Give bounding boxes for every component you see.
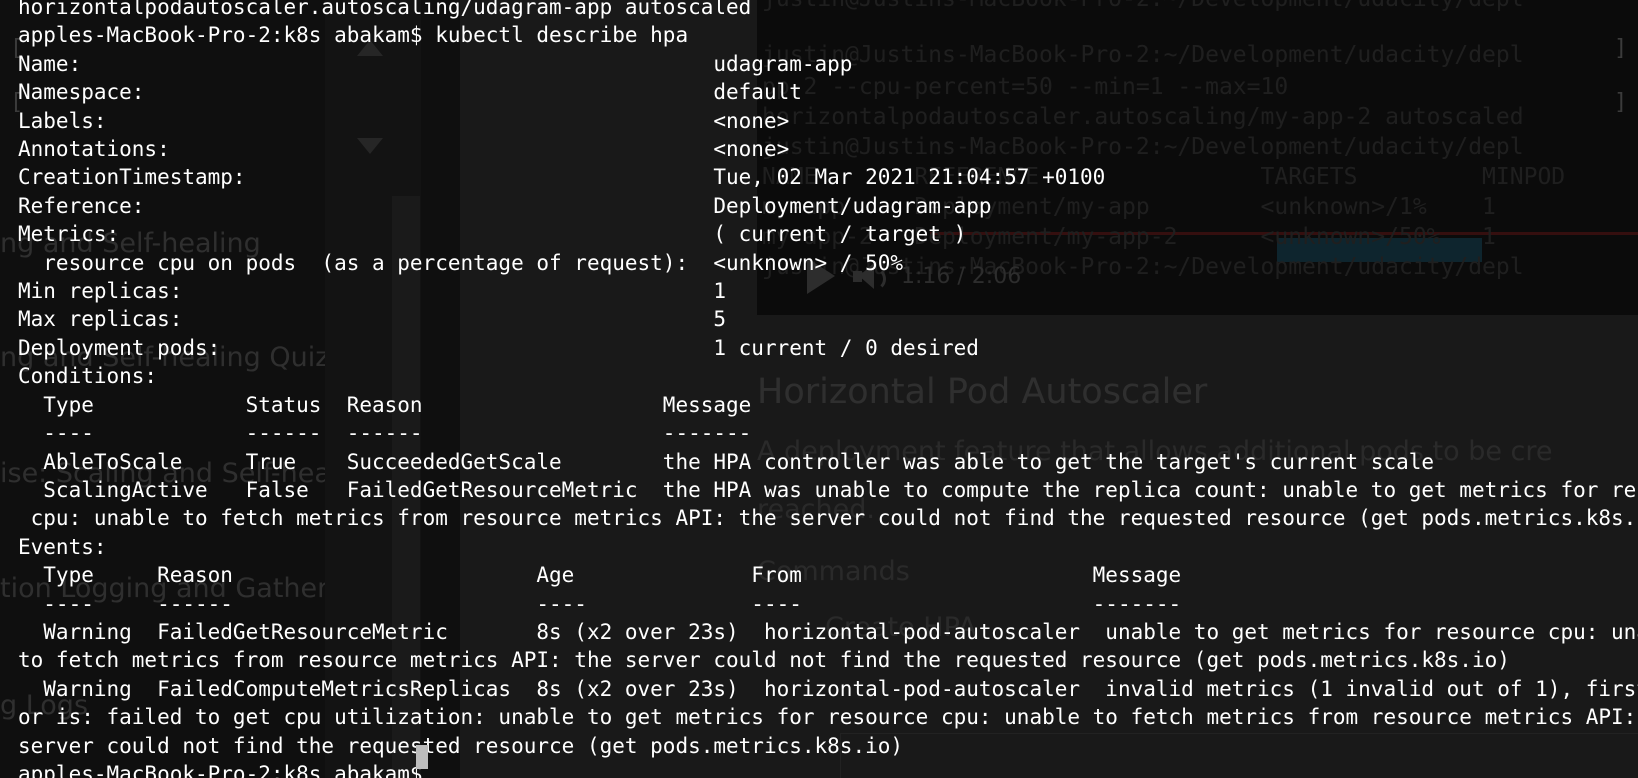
terminal-line: Min replicas: 1 <box>18 279 727 304</box>
terminal-line: ---- ------ ------ ------- <box>18 421 752 446</box>
terminal-window[interactable]: horizontalpodautoscaler.autoscaling/udag… <box>0 0 1638 778</box>
terminal-line: Labels: <none> <box>18 108 790 133</box>
terminal-output: horizontalpodautoscaler.autoscaling/udag… <box>18 0 1638 778</box>
terminal-line: Events: <box>18 534 107 559</box>
terminal-cursor[interactable] <box>416 745 428 769</box>
terminal-prompt-line: apples-MacBook-Pro-2:k8s abakam$ <box>18 761 436 778</box>
terminal-line: Warning FailedComputeMetricsReplicas 8s … <box>18 676 1638 701</box>
terminal-line: resource cpu on pods (as a percentage of… <box>18 250 904 275</box>
terminal-line: cpu: unable to fetch metrics from resour… <box>18 506 1638 531</box>
terminal-prompt-line: apples-MacBook-Pro-2:k8s abakam$ kubectl… <box>18 23 689 48</box>
terminal-line: Warning FailedGetResourceMetric 8s (x2 o… <box>18 619 1638 644</box>
terminal-line: AbleToScale True SucceededGetScale the H… <box>18 449 1435 474</box>
terminal-line: Max replicas: 5 <box>18 307 727 332</box>
terminal-line: Metrics: ( current / target ) <box>18 222 967 247</box>
terminal-line: horizontalpodautoscaler.autoscaling/udag… <box>18 0 752 19</box>
terminal-line: Type Reason Age From Message <box>18 563 1182 588</box>
terminal-line: Reference: Deployment/udagram-app <box>18 193 992 218</box>
terminal-line: or is: failed to get cpu utilization: un… <box>18 705 1638 730</box>
terminal-line: CreationTimestamp: Tue, 02 Mar 2021 21:0… <box>18 165 1106 190</box>
terminal-line: ScalingActive False FailedGetResourceMet… <box>18 477 1638 502</box>
terminal-line: Conditions: <box>18 364 158 389</box>
screen: ng and Self-healing ng and Self-healing … <box>0 0 1638 778</box>
terminal-line: Deployment pods: 1 current / 0 desired <box>18 335 979 360</box>
terminal-line: to fetch metrics from resource metrics A… <box>18 648 1510 673</box>
terminal-line: Type Status Reason Message <box>18 392 752 417</box>
terminal-line: Annotations: <none> <box>18 137 790 162</box>
terminal-line: Namespace: default <box>18 80 802 105</box>
terminal-line: Name: udagram-app <box>18 51 853 76</box>
terminal-line: ---- ------ ---- ---- ------- <box>18 591 1182 616</box>
terminal-line: server could not find the requested reso… <box>18 733 904 758</box>
